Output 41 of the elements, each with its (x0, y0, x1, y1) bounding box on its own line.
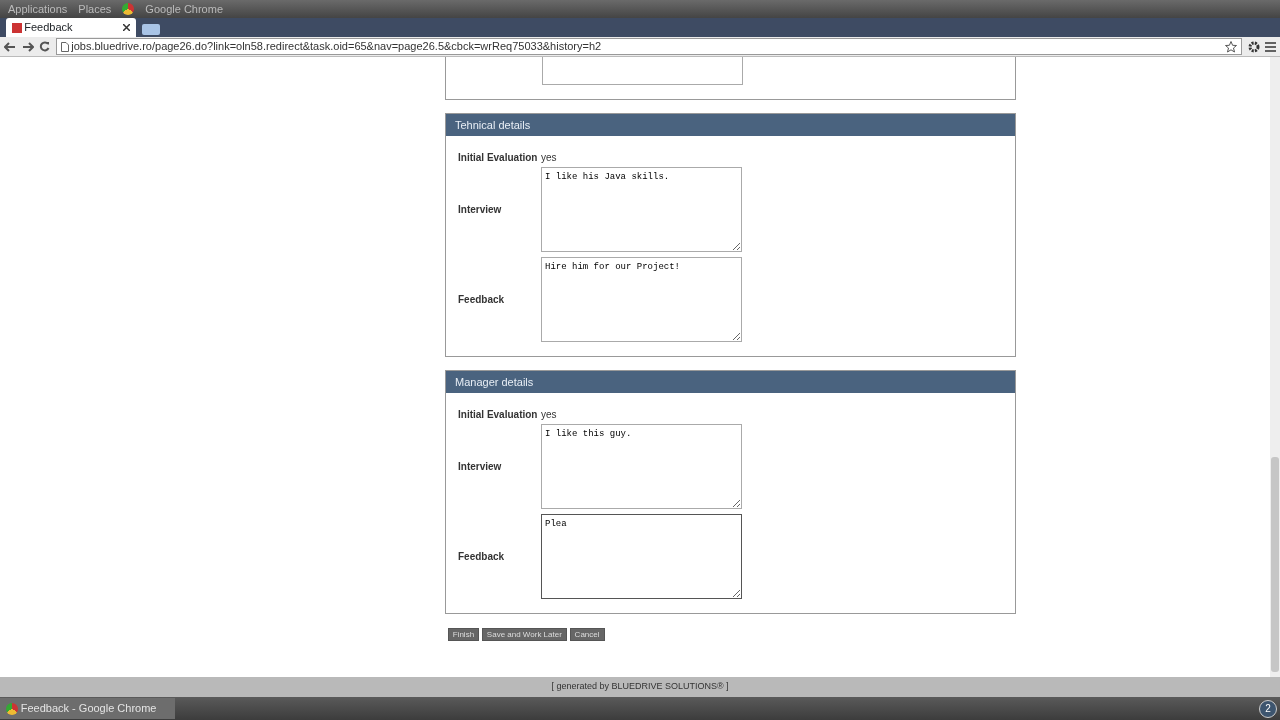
favicon-icon (11, 22, 22, 33)
browser-logo-icon (6, 702, 18, 715)
settings-icon[interactable] (1247, 40, 1260, 53)
new-tab-button[interactable] (141, 24, 160, 35)
star-icon[interactable] (1225, 40, 1237, 53)
field-label: Initial Evaluation (458, 151, 539, 165)
field-value: yes (541, 408, 557, 422)
window-title: Feedback - Google Chrome (20, 701, 157, 717)
panel-menu[interactable]: Places (78, 0, 112, 18)
text-area[interactable]: I like his Java skills. (541, 166, 742, 252)
section-header: Manager details (446, 371, 1015, 393)
section-header: Tehnical details (446, 114, 1015, 136)
scrollbar-thumb[interactable] (1271, 457, 1279, 672)
form-button[interactable]: Finish (447, 627, 480, 641)
form-button[interactable]: Save and Work Later (481, 627, 567, 641)
forward-icon[interactable] (21, 41, 34, 52)
text-area[interactable]: Hire him for our Project! (541, 257, 742, 342)
field-label: Interview (458, 202, 503, 217)
taskbar-window[interactable]: Feedback - Google Chrome (0, 698, 175, 719)
browser-tab[interactable]: Feedback (5, 18, 136, 37)
reload-icon[interactable] (39, 41, 50, 52)
browser-logo-icon (122, 3, 135, 15)
workspace-switcher[interactable]: 2 (1259, 699, 1277, 718)
text-area[interactable]: I like this guy. (541, 423, 742, 509)
field-label: Initial Evaluation (458, 408, 539, 422)
field-label: Feedback (458, 550, 506, 564)
panel-app-name[interactable]: Google Chrome (145, 0, 223, 18)
panel-menu[interactable]: Applications (8, 0, 68, 18)
address-bar[interactable]: jobs.bluedrive.ro/page26.do?link=oln58.redirect&task.oid=65&nav=page26.5&cbck=wrReq75033&history=h2 (55, 38, 1242, 55)
field-value: yes (541, 151, 557, 165)
field-label: Interview (458, 459, 503, 474)
text-area[interactable]: Plea (541, 514, 742, 599)
menu-icon[interactable] (1265, 41, 1276, 52)
tab-title: Feedback (24, 20, 74, 36)
form-button[interactable]: Cancel (569, 627, 605, 641)
page-icon (60, 41, 69, 52)
footer-text: [ generated by BLUEDRIVE SOLUTIONS® ] (551, 680, 729, 694)
back-icon[interactable] (4, 41, 16, 52)
url-text: jobs.bluedrive.ro/page26.do?link=oln58.redirect&task.oid=65&nav=page26.5&cbck=wrReq75033&history=h2 (71, 39, 603, 55)
field-label: Feedback (458, 293, 506, 307)
close-icon[interactable] (122, 24, 130, 31)
